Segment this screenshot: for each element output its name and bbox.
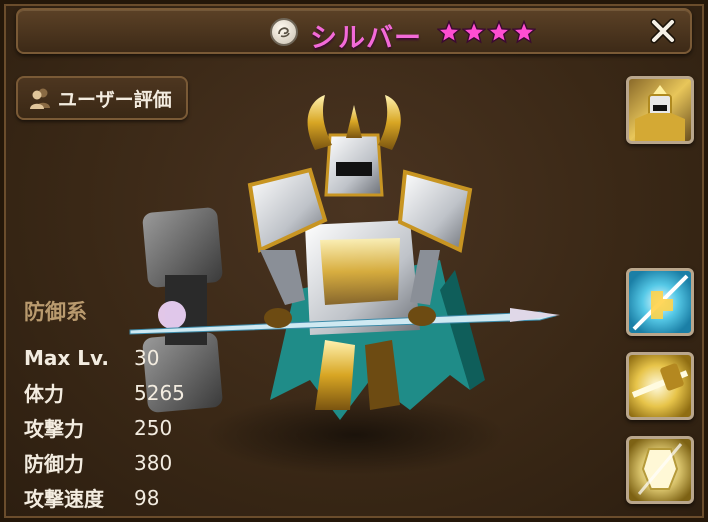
stat-row-hp: 体力 5265 [24, 375, 185, 410]
monster-type-label: 防御系 [24, 300, 87, 324]
star-rating [437, 20, 536, 44]
skill-3-icon[interactable] [626, 436, 694, 504]
stat-row-defense: 防御力 380 [24, 445, 185, 480]
wind-element-icon [270, 18, 298, 46]
stat-value: 30 [134, 345, 160, 370]
title-bar: シルバー [16, 8, 692, 54]
star-icon [437, 20, 461, 44]
stat-label: 攻撃速度 [24, 487, 104, 511]
monster-portrait-icon[interactable] [626, 76, 694, 144]
skill-2-icon[interactable] [626, 352, 694, 420]
stat-label: 体力 [24, 382, 64, 406]
stat-value: 98 [134, 485, 160, 510]
stat-label: 攻撃力 [24, 417, 84, 441]
users-icon [30, 88, 50, 109]
stat-row-max-level: Max Lv. 30 [24, 340, 185, 375]
stats-table: Max Lv. 30 体力 5265 攻撃力 250 防御力 380 攻撃速度 … [24, 340, 185, 515]
stat-value: 380 [134, 450, 173, 475]
stat-label: 防御力 [24, 452, 84, 476]
star-icon [512, 20, 536, 44]
close-button[interactable] [646, 14, 680, 48]
star-icon [462, 20, 486, 44]
stat-row-attack: 攻撃力 250 [24, 410, 185, 445]
skill-1-icon[interactable] [626, 268, 694, 336]
stat-value: 5265 [134, 380, 185, 405]
star-icon [487, 20, 511, 44]
stat-row-attack-speed: 攻撃速度 98 [24, 480, 185, 515]
monster-name: シルバー [310, 23, 422, 54]
stat-label: Max Lv. [24, 345, 110, 370]
stat-value: 250 [134, 415, 173, 440]
close-icon [650, 18, 676, 44]
